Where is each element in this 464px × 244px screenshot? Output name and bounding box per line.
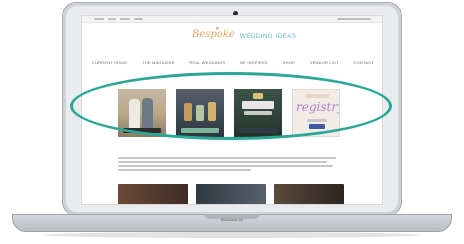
photo-thumbnail[interactable] (196, 184, 266, 204)
article-paragraph (118, 157, 340, 175)
menu-item-placeholder[interactable] (120, 18, 130, 20)
nav-item-real-weddings[interactable]: REAL WEDDINGS (189, 60, 225, 68)
site-navigation: CURRENT ISSUE THE MAGAZINE REAL WEDDINGS… (92, 60, 374, 68)
photo-thumbnail[interactable] (274, 184, 344, 204)
mac-menubar (82, 16, 382, 23)
nav-item-be-inspired[interactable]: BE INSPIRED (240, 60, 268, 68)
photo-row (118, 184, 344, 204)
logo-caps-text: WEDDING IDEAS (240, 34, 297, 40)
nav-item-the-magazine[interactable]: THE MAGAZINE (142, 60, 174, 68)
logo-script-text: Bespoke (192, 29, 235, 40)
menu-item-placeholder[interactable] (108, 18, 116, 20)
laptop: ♥ Bespoke WEDDING IDEAS CURRENT ISSUE TH… (0, 0, 464, 244)
highlight-ring (70, 72, 392, 140)
site-logo[interactable]: ♥ Bespoke WEDDING IDEAS (192, 26, 312, 47)
menu-item-placeholder[interactable] (134, 18, 143, 20)
nav-item-contact[interactable]: CONTACT (354, 60, 374, 68)
photo-thumbnail[interactable] (118, 184, 188, 204)
device-brand-label: MacBook Air (220, 217, 244, 222)
menubar-status-icons[interactable] (337, 18, 371, 20)
laptop-base: MacBook Air (0, 214, 464, 244)
nav-item-current-issue[interactable]: CURRENT ISSUE (92, 60, 127, 68)
nav-item-shop[interactable]: SHOP (283, 60, 295, 68)
nav-item-vendor-list[interactable]: VENDOR LIST (310, 60, 339, 68)
laptop-shadow (44, 232, 420, 238)
menu-item-placeholder[interactable] (94, 18, 104, 20)
